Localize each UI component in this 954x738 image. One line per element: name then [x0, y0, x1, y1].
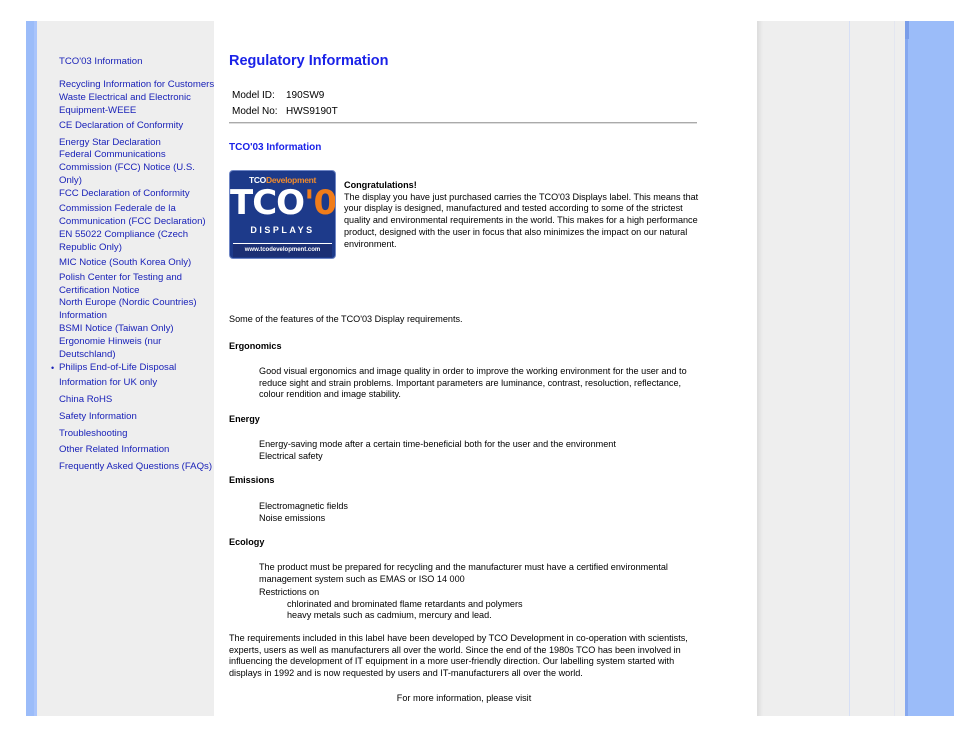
energy-item: Energy-saving mode after a certain time-… [259, 439, 616, 449]
congratulations-text: The display you have just purchased carr… [344, 191, 699, 249]
sidebar-item[interactable]: Other Related Information [59, 444, 219, 457]
sidebar-item[interactable]: Polish Center for Testing and Certificat… [59, 272, 219, 298]
sidebar-item[interactable]: MIC Notice (South Korea Only) [59, 257, 219, 270]
logo-main-tco: TCO [230, 183, 305, 223]
tco03-displays-logo: TCODevelopment TCO'03 DISPLAYS www.tcode… [229, 170, 336, 259]
left-accent-strip [26, 21, 37, 716]
closing-paragraph: The requirements included in this label … [229, 633, 688, 678]
sidebar-item[interactable]: FCC Declaration of Conformity [59, 188, 219, 201]
sidebar-item[interactable]: EN 55022 Compliance (Czech Republic Only… [59, 229, 219, 255]
model-id-row: Model ID: 190SW9 [232, 88, 338, 104]
model-id-value: 190SW9 [286, 90, 325, 101]
emissions-item: Noise emissions [259, 512, 326, 523]
right-panel-divider [849, 21, 850, 716]
restriction-item: heavy metals such as cadmium, mercury an… [287, 610, 492, 620]
model-info-table: Model ID: 190SW9 Model No: HWS9190T [232, 88, 338, 119]
congratulations-heading: Congratulations! [344, 180, 417, 190]
ecology-heading: Ecology [229, 537, 265, 547]
divider [229, 122, 697, 124]
congratulations-block: Congratulations! The display you have ju… [344, 180, 699, 250]
sidebar-item[interactable]: Information for UK only [59, 377, 219, 390]
logo-main-text: TCO'03 [230, 185, 335, 221]
emissions-list: Electromagnetic fields Noise emissions [259, 501, 699, 524]
emissions-item: Electromagnetic fields [259, 501, 348, 511]
sidebar-item[interactable]: North Europe (Nordic Countries) Informat… [59, 297, 219, 323]
sidebar-item[interactable]: CE Declaration of Conformity [59, 120, 219, 133]
section-title: TCO'03 Information [229, 142, 322, 153]
sidebar: TCO'03 Information Recycling Information … [37, 21, 214, 716]
page-title: Regulatory Information [229, 53, 389, 69]
sidebar-item[interactable]: Commission Federale de la Communication … [59, 203, 219, 229]
energy-list: Energy-saving mode after a certain time-… [259, 439, 699, 462]
sidebar-item[interactable]: Ergonomie Hinweis (nur Deutschland) [59, 336, 219, 362]
logo-url: www.tcodevelopment.com [233, 243, 332, 257]
sidebar-item[interactable]: China RoHS [59, 394, 219, 407]
logo-sub-text: DISPLAYS [250, 225, 315, 235]
model-id-label: Model ID: [232, 90, 275, 101]
sidebar-item[interactable]: BSMI Notice (Taiwan Only) [59, 323, 219, 336]
energy-item: Electrical safety [259, 450, 323, 461]
right-panel-shadow [757, 21, 763, 716]
right-panel [757, 21, 905, 716]
logo-main-year: '03 [304, 183, 336, 223]
restrictions-label: Restrictions on [259, 587, 320, 597]
right-panel-divider [894, 21, 895, 716]
model-no-value: HWS9190T [286, 105, 338, 117]
sidebar-item[interactable]: Energy Star Declaration [59, 137, 219, 150]
sidebar-item[interactable]: Safety Information [59, 411, 219, 424]
model-no-row: Model No: HWS9190T [232, 104, 338, 120]
sidebar-item[interactable]: Frequently Asked Questions (FAQs) [59, 461, 219, 474]
model-no-label: Model No: [232, 105, 278, 117]
sidebar-item[interactable]: TCO'03 Information [59, 56, 219, 69]
sidebar-item[interactable]: Troubleshooting [59, 428, 219, 441]
ecology-block: The product must be prepared for recycli… [259, 562, 699, 622]
sidebar-nav: TCO'03 Information Recycling Information … [51, 56, 219, 474]
sidebar-item[interactable]: Federal Communications Commission (FCC) … [59, 149, 219, 188]
more-info-text: For more information, please visit [396, 693, 532, 703]
restriction-item: chlorinated and brominated flame retarda… [287, 598, 523, 609]
emissions-heading: Emissions [229, 475, 275, 485]
right-accent-strip [905, 21, 954, 716]
energy-heading: Energy [229, 414, 260, 424]
sidebar-item[interactable]: Waste Electrical and Electronic Equipmen… [59, 92, 219, 118]
ecology-text: The product must be prepared for recycli… [259, 562, 668, 584]
ergonomics-text: Good visual ergonomics and image quality… [259, 366, 687, 399]
sidebar-item[interactable]: Philips End-of-Life Disposal [51, 362, 219, 375]
ergonomics-heading: Ergonomics [229, 341, 282, 351]
features-intro: Some of the features of the TCO'03 Displ… [229, 314, 463, 324]
sidebar-item[interactable]: Recycling Information for Customers [59, 79, 219, 92]
